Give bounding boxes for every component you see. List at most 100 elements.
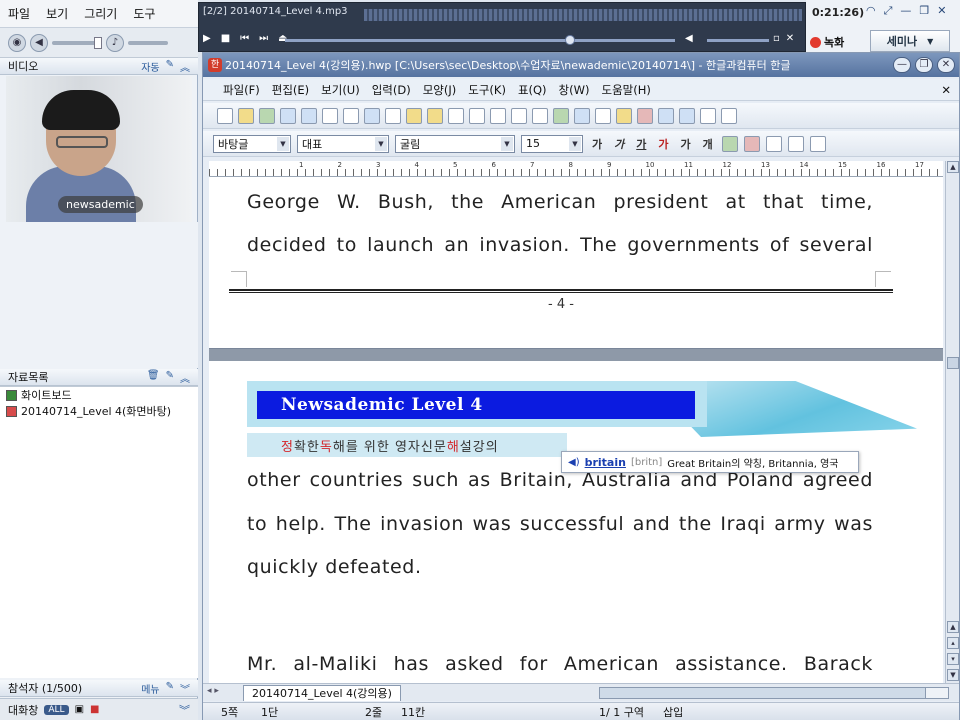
align-right-icon[interactable] <box>809 135 826 152</box>
expand-icon[interactable]: ︾ <box>179 702 198 718</box>
collapse-icon[interactable]: ︽ <box>180 370 190 385</box>
link-icon[interactable] <box>511 107 527 124</box>
menu-tools[interactable]: 도구 <box>125 5 163 22</box>
undo-icon[interactable] <box>322 107 338 124</box>
cut-icon[interactable] <box>385 107 401 124</box>
align-center-icon[interactable] <box>787 135 804 152</box>
slider-thumb[interactable] <box>94 36 102 49</box>
italic-button[interactable]: 가 <box>611 136 627 152</box>
unlink-icon[interactable] <box>532 107 548 124</box>
collapse-icon[interactable]: ︽ <box>180 59 190 74</box>
microphone-icon[interactable]: ♪ <box>106 33 124 52</box>
menu-view[interactable]: 보기 <box>38 5 76 22</box>
file-item-whiteboard[interactable]: 화이트보드 <box>0 387 198 403</box>
hwp-menu-window[interactable]: 창(W) <box>553 82 596 98</box>
document-tab[interactable]: 20140714_Level 4(강의용) <box>243 684 401 701</box>
hwp-menu-tools[interactable]: 도구(K) <box>462 82 512 98</box>
color-icon[interactable]: ■ <box>90 704 99 715</box>
copy-icon[interactable] <box>406 107 422 124</box>
pin-icon[interactable]: ✎ <box>166 681 174 696</box>
hwp-menu-view[interactable]: 보기(U) <box>315 82 366 98</box>
seek-thumb[interactable] <box>564 35 575 45</box>
document-page-4[interactable]: George W. Bush, the American president a… <box>209 177 943 349</box>
page-prev-icon[interactable]: ▴ <box>947 637 959 649</box>
table-icon[interactable] <box>574 107 590 124</box>
scroll-up-icon[interactable]: ▲ <box>947 621 959 633</box>
open-folder-icon[interactable] <box>238 107 254 124</box>
hwp-maximize-button[interactable]: ❐ <box>915 57 933 73</box>
style-combo[interactable]: 바탕글 <box>213 134 291 153</box>
format-painter-icon[interactable] <box>448 107 464 124</box>
minimize-icon[interactable]: — <box>900 4 911 18</box>
font-size-combo[interactable]: 15 <box>521 134 583 153</box>
hwp-close-button[interactable]: ✕ <box>937 57 955 73</box>
wifi-icon[interactable]: ◠ <box>866 4 876 18</box>
file-item-document[interactable]: 20140714_Level 4(화면바탕) <box>0 403 198 419</box>
scroll-up-icon[interactable]: ▲ <box>947 161 959 173</box>
participants-menu[interactable]: 메뉴 <box>141 681 159 696</box>
print-icon[interactable] <box>280 107 296 124</box>
hwp-minimize-button[interactable]: — <box>893 57 911 73</box>
draw-icon[interactable] <box>637 107 653 124</box>
stop-icon[interactable]: ■ <box>221 33 230 44</box>
pin-icon[interactable]: ✎ <box>166 370 174 385</box>
more-icon[interactable] <box>721 107 737 124</box>
underline-button[interactable]: 가 <box>633 136 649 152</box>
play-icon[interactable]: ▶ <box>203 33 211 44</box>
player-minimize-icon[interactable]: ▫ <box>773 33 780 44</box>
symbol-icon[interactable] <box>658 107 674 124</box>
horizontal-ruler[interactable]: 1 2 3 4 5 6 7 8 9 10 11 12 13 14 15 16 17 <box>209 161 943 177</box>
expand-icon[interactable]: ︾ <box>180 681 190 696</box>
seminar-dropdown[interactable]: 세미나 ▼ <box>870 30 950 52</box>
hwp-menu-insert[interactable]: 입력(D) <box>366 82 417 98</box>
align-left-icon[interactable] <box>765 135 782 152</box>
char-shape-button[interactable]: 개 <box>700 136 716 152</box>
next-icon[interactable]: ⏭ <box>259 33 268 44</box>
document-close-icon[interactable]: ✕ <box>935 83 959 97</box>
text-color-button[interactable]: 가 <box>678 136 694 152</box>
speaker-volume-slider[interactable] <box>52 36 102 49</box>
tooltip-word[interactable]: britain <box>585 456 626 469</box>
hwp-menu-help[interactable]: 도움말(H) <box>595 82 656 98</box>
redo-icon[interactable] <box>343 107 359 124</box>
vertical-scroll-thumb[interactable] <box>947 357 959 369</box>
horizontal-scrollbar[interactable] <box>598 686 949 699</box>
record-button[interactable]: 녹화 <box>810 34 844 50</box>
document-page-5[interactable]: Newsademic Level 4 정 확한 독 해를 위한 영자신문 해 설강의 … <box>209 361 943 683</box>
hanja-icon[interactable] <box>679 107 695 124</box>
horizontal-scroll-thumb[interactable] <box>599 687 926 698</box>
scroll-down-icon[interactable]: ▼ <box>947 669 959 681</box>
highlight-icon[interactable] <box>721 135 738 152</box>
new-document-icon[interactable] <box>217 107 233 124</box>
image-icon[interactable] <box>553 107 569 124</box>
mic-volume-slider[interactable] <box>128 40 168 45</box>
hwp-menu-edit[interactable]: 편집(E) <box>266 82 315 98</box>
speaker-icon[interactable]: ◀ <box>30 33 48 52</box>
page-next-icon[interactable]: ▾ <box>947 653 959 665</box>
webcam-icon[interactable]: ◉ <box>8 33 26 52</box>
close-icon[interactable]: ✕ <box>937 4 946 18</box>
trash-icon[interactable]: 🗑 <box>147 370 160 385</box>
save-icon[interactable] <box>259 107 275 124</box>
mute-icon[interactable]: ◀ <box>685 33 693 44</box>
font-combo[interactable]: 굴림 <box>395 134 515 153</box>
bold-button[interactable]: 가 <box>589 136 605 152</box>
strike-button[interactable]: 가 <box>655 136 671 152</box>
spellcheck-icon[interactable] <box>700 107 716 124</box>
player-volume-bar[interactable] <box>707 39 769 42</box>
style-icon[interactable] <box>469 107 485 124</box>
previous-icon[interactable]: ⏮ <box>240 33 249 44</box>
preview-icon[interactable] <box>301 107 317 124</box>
menu-file[interactable]: 파일 <box>0 5 38 22</box>
video-mode-dropdown[interactable]: 자동 <box>141 59 159 74</box>
chart-icon[interactable] <box>616 107 632 124</box>
pin-icon[interactable]: ✎ <box>166 59 174 74</box>
player-close-icon[interactable]: ✕ <box>786 33 794 44</box>
hwp-menu-format[interactable]: 모양(J) <box>417 82 463 98</box>
hwp-menu-file[interactable]: 파일(F) <box>217 82 266 98</box>
player-seek-bar[interactable] <box>285 35 675 45</box>
audio-speaker-icon[interactable]: ◀) <box>568 457 580 468</box>
fullscreen-icon[interactable]: ⤢ <box>884 4 893 18</box>
menu-draw[interactable]: 그리기 <box>76 5 125 22</box>
vertical-scrollbar[interactable]: ▲ ▲ ▴ ▾ ▼ <box>945 161 959 683</box>
